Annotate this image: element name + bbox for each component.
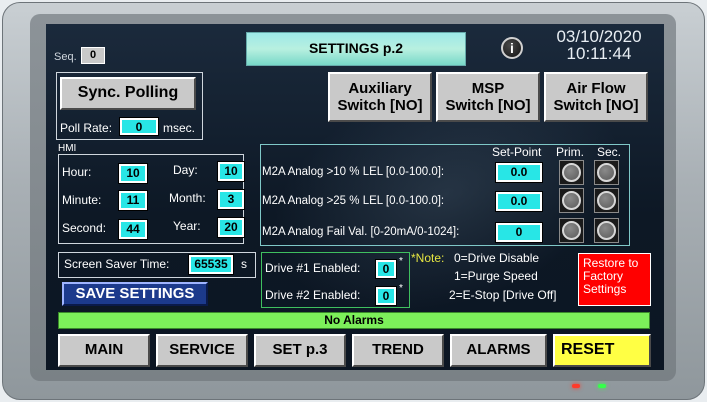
auxiliary-switch-line1: Auxiliary (348, 80, 412, 97)
status-led-green (598, 384, 606, 388)
month-field[interactable]: 3 (217, 189, 245, 210)
drive2-label: Drive #2 Enabled: (265, 288, 361, 302)
minute-field[interactable]: 11 (118, 190, 148, 211)
sync-polling-button[interactable]: Sync. Polling (60, 77, 196, 110)
note-line-2: 1=Purge Speed (454, 269, 538, 283)
air-flow-switch-line2: Switch [NO] (553, 97, 639, 114)
month-label: Month: (169, 191, 206, 205)
alarm-status-bar: No Alarms (58, 312, 650, 329)
note-line-1: 0=Drive Disable (454, 251, 540, 265)
drive2-asterisk: * (399, 283, 403, 294)
screensaver-label: Screen Saver Time: (64, 257, 170, 271)
prim-column-header: Prim. (556, 145, 584, 159)
note-prefix: *Note: (411, 251, 445, 265)
msp-switch-line1: MSP (471, 80, 505, 97)
second-field[interactable]: 44 (118, 219, 148, 240)
hmi-screen: Seq. 0 SETTINGS p.2 i 03/10/2020 10:11:4… (46, 24, 664, 370)
year-label: Year: (173, 219, 201, 233)
page-title: SETTINGS p.2 (308, 40, 404, 56)
time-display: 10:11:44 (566, 44, 632, 63)
seq-label: Seq. (54, 51, 77, 63)
setpoint-column-header: Set-Point (492, 145, 542, 159)
day-field[interactable]: 10 (217, 161, 245, 182)
analog-row-1-prim-lamp (562, 163, 581, 182)
drive1-label: Drive #1 Enabled: (265, 261, 361, 275)
nav-main-button[interactable]: MAIN (58, 334, 150, 367)
msp-switch-line2: Switch [NO] (445, 97, 531, 114)
drive1-asterisk: * (399, 256, 403, 267)
day-label: Day: (173, 163, 198, 177)
minute-label: Minute: (62, 193, 102, 207)
msp-switch-button[interactable]: MSP Switch [NO] (436, 72, 540, 122)
analog-row-1-field[interactable]: 0.0 (495, 162, 543, 183)
analog-row-3-label: M2A Analog Fail Val. [0-20mA/0-1024]: (262, 226, 460, 238)
analog-row-2-prim-lamp (562, 191, 581, 210)
analog-row-2-label: M2A Analog >25 % LEL [0.0-100.0]: (262, 195, 445, 207)
poll-rate-unit: msec. (163, 121, 196, 135)
nav-trend-button[interactable]: TREND (352, 334, 444, 367)
hmi-section-title: HMI (58, 143, 77, 154)
date-display: 03/10/2020 (556, 27, 642, 46)
analog-row-3-field[interactable]: 0 (495, 222, 543, 243)
info-icon[interactable]: i (501, 37, 523, 59)
poll-rate-label: Poll Rate: (60, 121, 113, 135)
sec-column-header: Sec. (597, 145, 622, 159)
restore-factory-settings-button[interactable]: Restore to Factory Settings (578, 253, 651, 306)
analog-row-3-prim-lamp (562, 221, 581, 240)
hour-field[interactable]: 10 (118, 163, 148, 184)
drive2-field[interactable]: 0 (375, 286, 397, 306)
air-flow-switch-line1: Air Flow (566, 80, 626, 97)
page-title-bar: SETTINGS p.2 (246, 32, 466, 66)
poll-rate-field[interactable]: 0 (119, 117, 159, 136)
year-field[interactable]: 20 (217, 217, 245, 238)
auxiliary-switch-button[interactable]: Auxiliary Switch [NO] (328, 72, 432, 122)
screensaver-field[interactable]: 65535 (188, 254, 234, 275)
hour-label: Hour: (62, 165, 92, 179)
nav-reset-button[interactable]: RESET (553, 334, 651, 367)
nav-alarms-button[interactable]: ALARMS (450, 334, 547, 367)
screensaver-unit: s (241, 257, 247, 271)
save-settings-button[interactable]: SAVE SETTINGS (62, 282, 208, 306)
note-line-3: 2=E-Stop [Drive Off] (449, 288, 557, 302)
analog-row-2-field[interactable]: 0.0 (495, 191, 543, 212)
analog-row-1-label: M2A Analog >10 % LEL [0.0-100.0]: (262, 166, 445, 178)
drive1-field[interactable]: 0 (375, 259, 397, 279)
analog-row-2-sec-lamp (597, 191, 616, 210)
nav-set-p3-button[interactable]: SET p.3 (254, 334, 346, 367)
status-led-red (572, 384, 580, 388)
second-label: Second: (62, 221, 107, 235)
restore-line3: Settings (583, 282, 627, 296)
nav-service-button[interactable]: SERVICE (156, 334, 248, 367)
air-flow-switch-button[interactable]: Air Flow Switch [NO] (544, 72, 648, 122)
seq-value: 0 (81, 47, 105, 64)
auxiliary-switch-line2: Switch [NO] (337, 97, 423, 114)
analog-row-3-sec-lamp (597, 221, 616, 240)
analog-row-1-sec-lamp (597, 163, 616, 182)
